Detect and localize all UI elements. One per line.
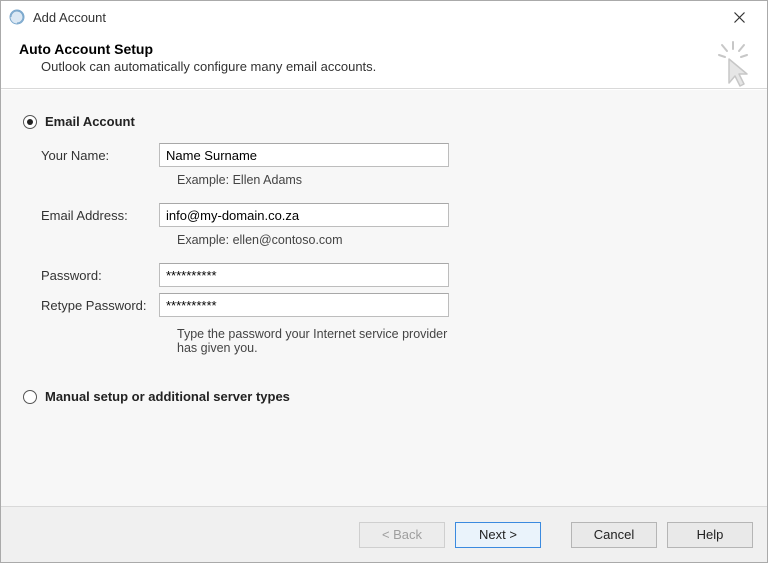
option-email-account[interactable]: Email Account <box>23 114 745 129</box>
radio-manual-setup[interactable] <box>23 390 37 404</box>
option-manual-setup[interactable]: Manual setup or additional server types <box>23 389 745 404</box>
option-manual-label: Manual setup or additional server types <box>45 389 290 404</box>
header-subtitle: Outlook can automatically configure many… <box>41 59 749 74</box>
title-bar: Add Account <box>1 1 767 33</box>
window-title: Add Account <box>33 10 106 25</box>
wizard-body: Email Account Your Name: Example: Ellen … <box>1 89 767 506</box>
retype-password-label: Retype Password: <box>41 298 151 313</box>
help-button[interactable]: Help <box>667 522 753 548</box>
cursor-click-icon <box>713 41 753 89</box>
password-label: Password: <box>41 268 151 283</box>
password-hint: Type the password your Internet service … <box>177 327 449 355</box>
back-button[interactable]: < Back <box>359 522 445 548</box>
cancel-button[interactable]: Cancel <box>571 522 657 548</box>
next-button[interactable]: Next > <box>455 522 541 548</box>
radio-email-account[interactable] <box>23 115 37 129</box>
header-title: Auto Account Setup <box>19 41 749 57</box>
retype-password-input[interactable] <box>159 293 449 317</box>
wizard-footer: < Back Next > Cancel Help <box>1 506 767 562</box>
close-icon <box>734 12 745 23</box>
password-input[interactable] <box>159 263 449 287</box>
email-hint: Example: ellen@contoso.com <box>177 233 449 247</box>
your-name-label: Your Name: <box>41 148 151 163</box>
app-icon <box>9 9 25 25</box>
close-button[interactable] <box>719 1 759 33</box>
wizard-header: Auto Account Setup Outlook can automatic… <box>1 33 767 89</box>
email-input[interactable] <box>159 203 449 227</box>
option-email-account-label: Email Account <box>45 114 135 129</box>
your-name-hint: Example: Ellen Adams <box>177 173 449 187</box>
email-label: Email Address: <box>41 208 151 223</box>
your-name-input[interactable] <box>159 143 449 167</box>
account-form: Your Name: Example: Ellen Adams Email Ad… <box>41 143 745 365</box>
